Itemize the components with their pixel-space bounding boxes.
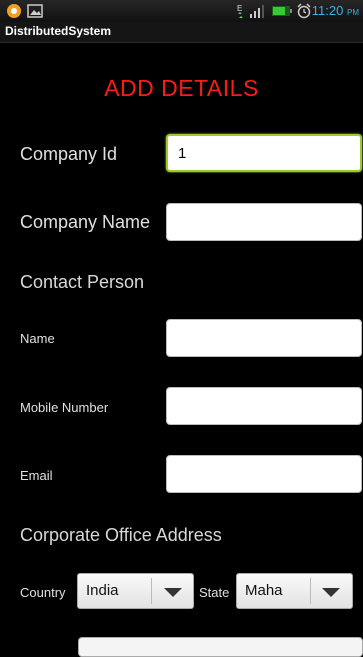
company-id-input[interactable]: 1: [166, 134, 362, 172]
state-dropdown[interactable]: Maha: [236, 573, 353, 609]
contact-person-heading: Contact Person: [20, 272, 145, 292]
company-id-label: Company Id: [20, 144, 118, 164]
chevron-down-icon: [322, 588, 340, 597]
company-id-value: 1: [178, 145, 187, 162]
network-type-label: E: [237, 4, 242, 13]
battery-icon: [272, 6, 292, 16]
company-name-label: Company Name: [20, 212, 151, 232]
country-label: Country: [20, 585, 66, 600]
mobile-number-label: Mobile Number: [20, 400, 109, 415]
address-input[interactable]: [78, 637, 363, 657]
company-name-input[interactable]: [166, 203, 362, 241]
app-title: DistributedSystem: [5, 24, 112, 38]
app-notification-icon: [7, 4, 21, 18]
state-selected-value: Maha: [245, 582, 283, 599]
clock: 11:20 PM: [312, 3, 359, 18]
state-dropdown-divider: [310, 578, 311, 604]
page-title: ADD DETAILS: [104, 75, 259, 101]
email-label: Email: [20, 468, 53, 483]
network-signal-icon: E: [237, 4, 264, 18]
mobile-number-input[interactable]: [166, 387, 362, 425]
clock-ampm: PM: [347, 8, 359, 17]
image-notification-icon: [27, 4, 43, 18]
state-label: State: [199, 585, 230, 600]
email-input[interactable]: [166, 455, 362, 493]
status-bar: E 11:20 PM: [0, 0, 363, 22]
corporate-address-heading: Corporate Office Address: [20, 525, 222, 545]
chevron-down-icon: [164, 588, 182, 597]
clock-time: 11:20: [311, 3, 344, 18]
name-label: Name: [20, 331, 55, 346]
country-dropdown-divider: [151, 578, 152, 604]
country-dropdown[interactable]: India: [77, 573, 194, 609]
name-input[interactable]: [166, 319, 362, 357]
app-title-bar: DistributedSystem: [0, 22, 363, 43]
country-selected-value: India: [86, 582, 119, 599]
alarm-icon: [297, 3, 311, 19]
